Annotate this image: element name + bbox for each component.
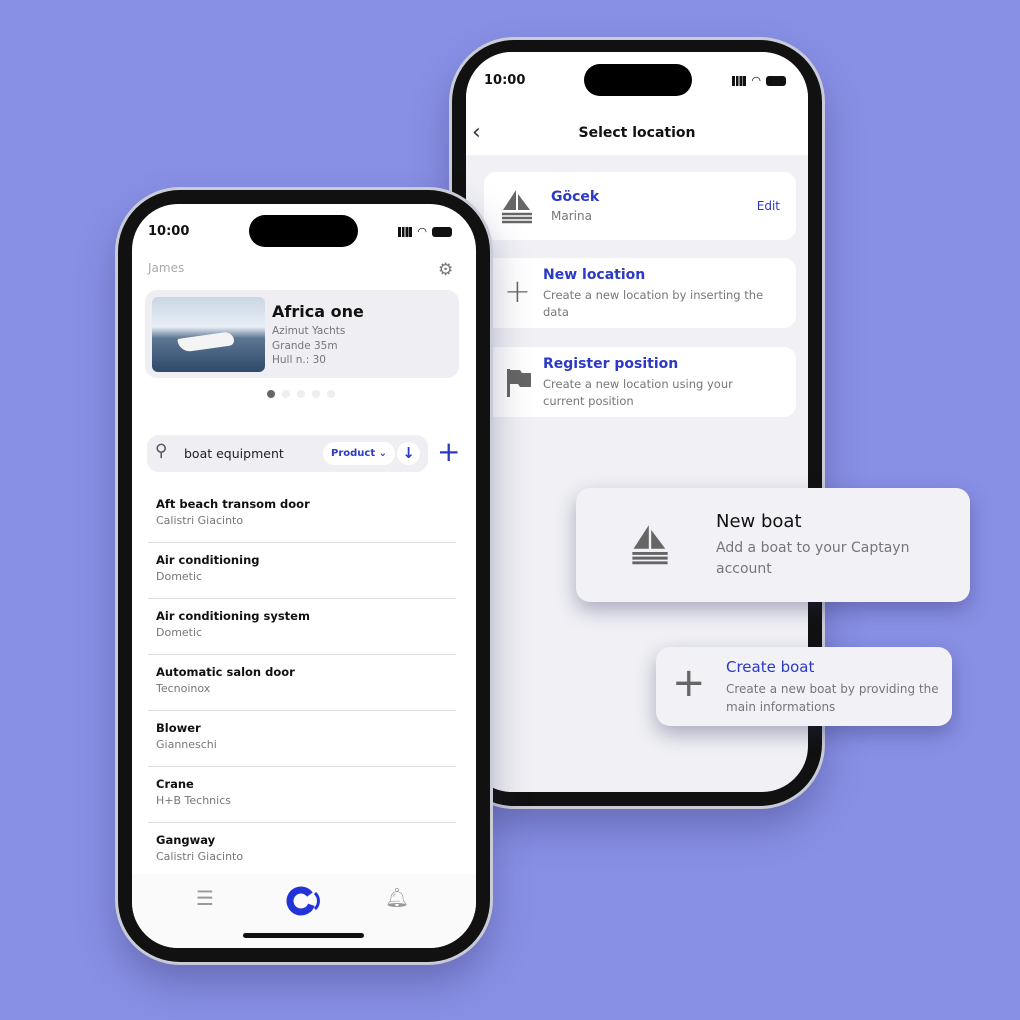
item-subtitle: H+B Technics (156, 794, 231, 807)
chevron-down-icon: ⌄ (378, 448, 387, 459)
carousel-dot[interactable] (282, 390, 290, 398)
item-title: Crane (156, 777, 194, 791)
location-name: Göcek (551, 189, 600, 205)
item-title: Aft beach transom door (156, 497, 310, 511)
search-bar[interactable]: ⚲ boat equipment Product ⌄ ↓ (147, 435, 428, 472)
boat-hull: Hull n.: 30 (272, 354, 326, 366)
status-icons: ◠ (398, 225, 452, 238)
new-boat-desc: Add a boat to your Captayn account (716, 540, 910, 577)
item-title: Air conditioning system (156, 609, 310, 623)
carousel-dot[interactable] (327, 390, 335, 398)
carousel-dot[interactable] (297, 390, 305, 398)
bell-icon[interactable]: 🔔︎ (385, 886, 409, 909)
sort-arrow-down-icon[interactable]: ↓ (397, 442, 420, 465)
sailboat-icon (502, 190, 532, 224)
filter-label: Product (331, 448, 376, 459)
flag-icon (507, 369, 531, 397)
status-time: 10:00 (484, 73, 526, 88)
list-item[interactable]: Gangway Calistri Giacinto (148, 823, 456, 879)
status-time: 10:00 (148, 224, 190, 239)
list-item[interactable]: Aft beach transom door Calistri Giacinto (148, 487, 456, 543)
carousel-dots (267, 390, 335, 398)
edit-button[interactable]: Edit (757, 199, 780, 213)
item-title: Blower (156, 721, 201, 735)
item-subtitle: Calistri Giacinto (156, 850, 244, 863)
item-subtitle: Tecnoinox (156, 682, 211, 695)
front-phone: 10:00 ◠ James ⚙ Africa one Azimut Yachts… (118, 190, 490, 962)
wifi-icon: ◠ (417, 225, 427, 238)
create-boat-desc: Create a new boat by providing the main … (726, 682, 939, 714)
list-tab-icon[interactable]: ☰ (196, 886, 214, 910)
boat-name: Africa one (272, 302, 364, 321)
item-subtitle: Gianneschi (156, 738, 217, 751)
plus-icon: + (672, 660, 706, 706)
home-indicator (243, 933, 364, 938)
new-boat-title: New boat (716, 511, 802, 532)
option-desc: Create a new location using your current… (543, 377, 733, 408)
status-icons: ◠ (732, 74, 786, 87)
list-item[interactable]: Automatic salon door Tecnoinox (148, 655, 456, 711)
boat-photo (152, 297, 265, 372)
location-type: Marina (551, 209, 592, 223)
plus-icon: + (504, 272, 531, 310)
list-item[interactable]: Crane H+B Technics (148, 767, 456, 823)
new-boat-card[interactable]: New boat Add a boat to your Captayn acco… (576, 488, 970, 602)
dynamic-island (584, 64, 692, 96)
item-subtitle: Dometic (156, 626, 203, 639)
battery-icon (766, 75, 786, 86)
create-boat-title: Create boat (726, 658, 815, 676)
boat-equipment-screen: 10:00 ◠ James ⚙ Africa one Azimut Yachts… (132, 204, 476, 948)
list-item[interactable]: Blower Gianneschi (148, 711, 456, 767)
option-title: New location (543, 267, 646, 283)
item-subtitle: Dometic (156, 570, 203, 583)
item-title: Air conditioning (156, 553, 260, 567)
boat-brand: Azimut Yachts (272, 325, 346, 337)
captayn-logo-tab-icon[interactable] (286, 884, 320, 918)
tab-bar: ☰ 🔔︎ (132, 874, 476, 948)
carousel-dot[interactable] (312, 390, 320, 398)
signal-icon (398, 226, 413, 237)
list-item[interactable]: Air conditioning system Dometic (148, 599, 456, 655)
register-position-option[interactable]: Register position Create a new location … (484, 347, 796, 417)
carousel-dot-active[interactable] (267, 390, 275, 398)
dynamic-island (249, 215, 358, 247)
product-filter-dropdown[interactable]: Product ⌄ (323, 442, 395, 465)
gear-icon[interactable]: ⚙ (438, 260, 453, 280)
user-name: James (148, 261, 185, 275)
new-location-option[interactable]: + New location Create a new location by … (484, 258, 796, 328)
current-location-card[interactable]: Göcek Marina Edit (484, 172, 796, 240)
create-boat-card[interactable]: + Create boat Create a new boat by provi… (656, 647, 952, 726)
page-title: Select location (578, 125, 696, 141)
option-desc: Create a new location by inserting the d… (543, 288, 764, 319)
search-icon: ⚲ (155, 441, 168, 461)
signal-icon (732, 75, 747, 86)
item-title: Gangway (156, 833, 216, 847)
item-subtitle: Calistri Giacinto (156, 514, 244, 527)
search-input[interactable]: boat equipment (184, 446, 284, 461)
boat-card[interactable]: Africa one Azimut Yachts Grande 35m Hull… (145, 290, 459, 378)
wifi-icon: ◠ (751, 74, 761, 87)
list-item[interactable]: Air conditioning Dometic (148, 543, 456, 599)
item-title: Automatic salon door (156, 665, 295, 679)
option-title: Register position (543, 356, 679, 372)
battery-icon (432, 226, 452, 237)
boat-model: Grande 35m (272, 340, 338, 352)
sailboat-icon (632, 525, 668, 565)
add-button[interactable]: + (437, 432, 460, 472)
